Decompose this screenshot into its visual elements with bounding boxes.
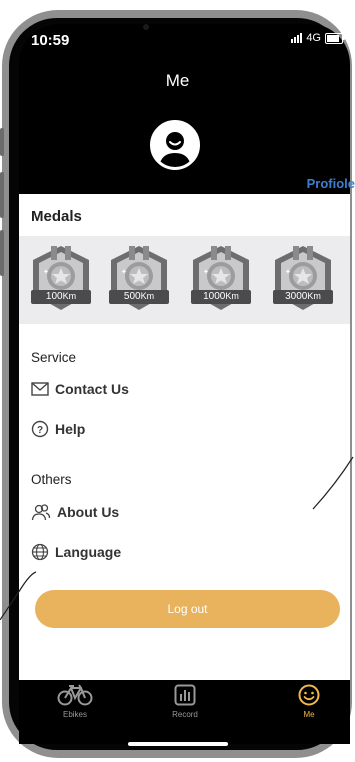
- medal-distance: 1000: [203, 291, 226, 302]
- svg-text:✦: ✦: [43, 268, 49, 276]
- medal-icon: ✦: [109, 246, 169, 310]
- medal-distance: 500: [123, 291, 141, 302]
- logout-button[interactable]: Log out: [35, 590, 340, 628]
- medals-heading: Medals: [31, 208, 82, 225]
- svg-text:✦: ✦: [285, 268, 291, 276]
- contact-us-item[interactable]: Contact Us: [31, 381, 129, 397]
- help-label: Help: [55, 421, 86, 437]
- medal-icon: ✦: [31, 246, 91, 310]
- medal-label: 100Km: [27, 291, 95, 302]
- me-content: Medals ✦ 100Km ✦ 500Km ✦ 1000Km ✦ 3000Km…: [19, 194, 350, 680]
- medal-distance: 3000: [285, 291, 308, 302]
- medal-icon: ✦: [273, 246, 333, 310]
- medal-badge[interactable]: ✦ 1000Km: [187, 244, 255, 314]
- tab-bar: Ebikes Record Me: [19, 680, 350, 744]
- tab-me[interactable]: Me: [279, 684, 339, 719]
- tab-ebikes-label: Ebikes: [62, 710, 87, 719]
- medal-unit: Km: [140, 291, 155, 301]
- camera-icon: [143, 24, 149, 30]
- bar-chart-icon: [174, 684, 196, 706]
- profile-link[interactable]: Profiole: [307, 176, 355, 191]
- medal-label: 1000Km: [187, 291, 255, 302]
- home-indicator: [128, 742, 228, 746]
- medal-unit: Km: [307, 291, 321, 301]
- contact-us-label: Contact Us: [55, 381, 129, 397]
- status-indicators: 4G: [291, 32, 345, 44]
- volume-down-button-2: [0, 230, 4, 276]
- svg-text:✦: ✦: [203, 268, 209, 276]
- svg-text:✦: ✦: [121, 268, 127, 276]
- network-type: 4G: [306, 32, 321, 44]
- svg-text:?: ?: [37, 425, 43, 436]
- language-item[interactable]: Language: [31, 543, 121, 561]
- help-item[interactable]: ? Help: [31, 420, 85, 438]
- medal-unit: Km: [62, 291, 77, 301]
- others-heading: Others: [31, 472, 72, 487]
- page-title: Me: [165, 71, 190, 90]
- medal-icon: ✦: [191, 246, 251, 310]
- medal-badge[interactable]: ✦ 500Km: [105, 244, 173, 314]
- tab-me-label: Me: [303, 710, 315, 719]
- medal-strip: ✦ 100Km ✦ 500Km ✦ 1000Km ✦ 3000Km: [19, 236, 350, 324]
- user-avatar-icon: [153, 123, 197, 167]
- medal-distance: 100: [45, 291, 63, 302]
- tab-ebikes[interactable]: Ebikes: [45, 684, 105, 719]
- service-heading: Service: [31, 350, 77, 365]
- medal-label: 500Km: [105, 291, 173, 302]
- medal-label: 3000Km: [269, 291, 337, 302]
- about-us-label: About Us: [57, 504, 120, 520]
- smiley-icon: [298, 684, 320, 706]
- callout-line-right: [312, 456, 354, 510]
- tab-record-label: Record: [172, 710, 198, 719]
- medal-badge[interactable]: ✦ 3000Km: [269, 244, 337, 314]
- tab-record[interactable]: Record: [155, 684, 215, 719]
- avatar[interactable]: [150, 120, 200, 170]
- battery-icon: [325, 32, 345, 44]
- people-icon: [31, 504, 51, 521]
- medal-badge[interactable]: ✦ 100Km: [27, 244, 95, 314]
- bike-icon: [57, 684, 93, 706]
- question-circle-icon: ?: [31, 420, 49, 438]
- volume-up-button: [0, 128, 4, 156]
- screenshot-canvas: 10:59 4G Me Profiole Medals ✦ 100Km ✦ 50…: [0, 0, 355, 762]
- medal-unit: Km: [225, 291, 239, 301]
- status-time: 10:59: [31, 32, 70, 49]
- globe-icon: [31, 543, 49, 561]
- language-label: Language: [55, 544, 122, 560]
- about-us-item[interactable]: About Us: [31, 503, 119, 521]
- callout-line-left: [0, 571, 37, 620]
- mail-icon: [31, 382, 49, 396]
- signal-icon: [291, 33, 303, 43]
- volume-down-button: [0, 172, 4, 218]
